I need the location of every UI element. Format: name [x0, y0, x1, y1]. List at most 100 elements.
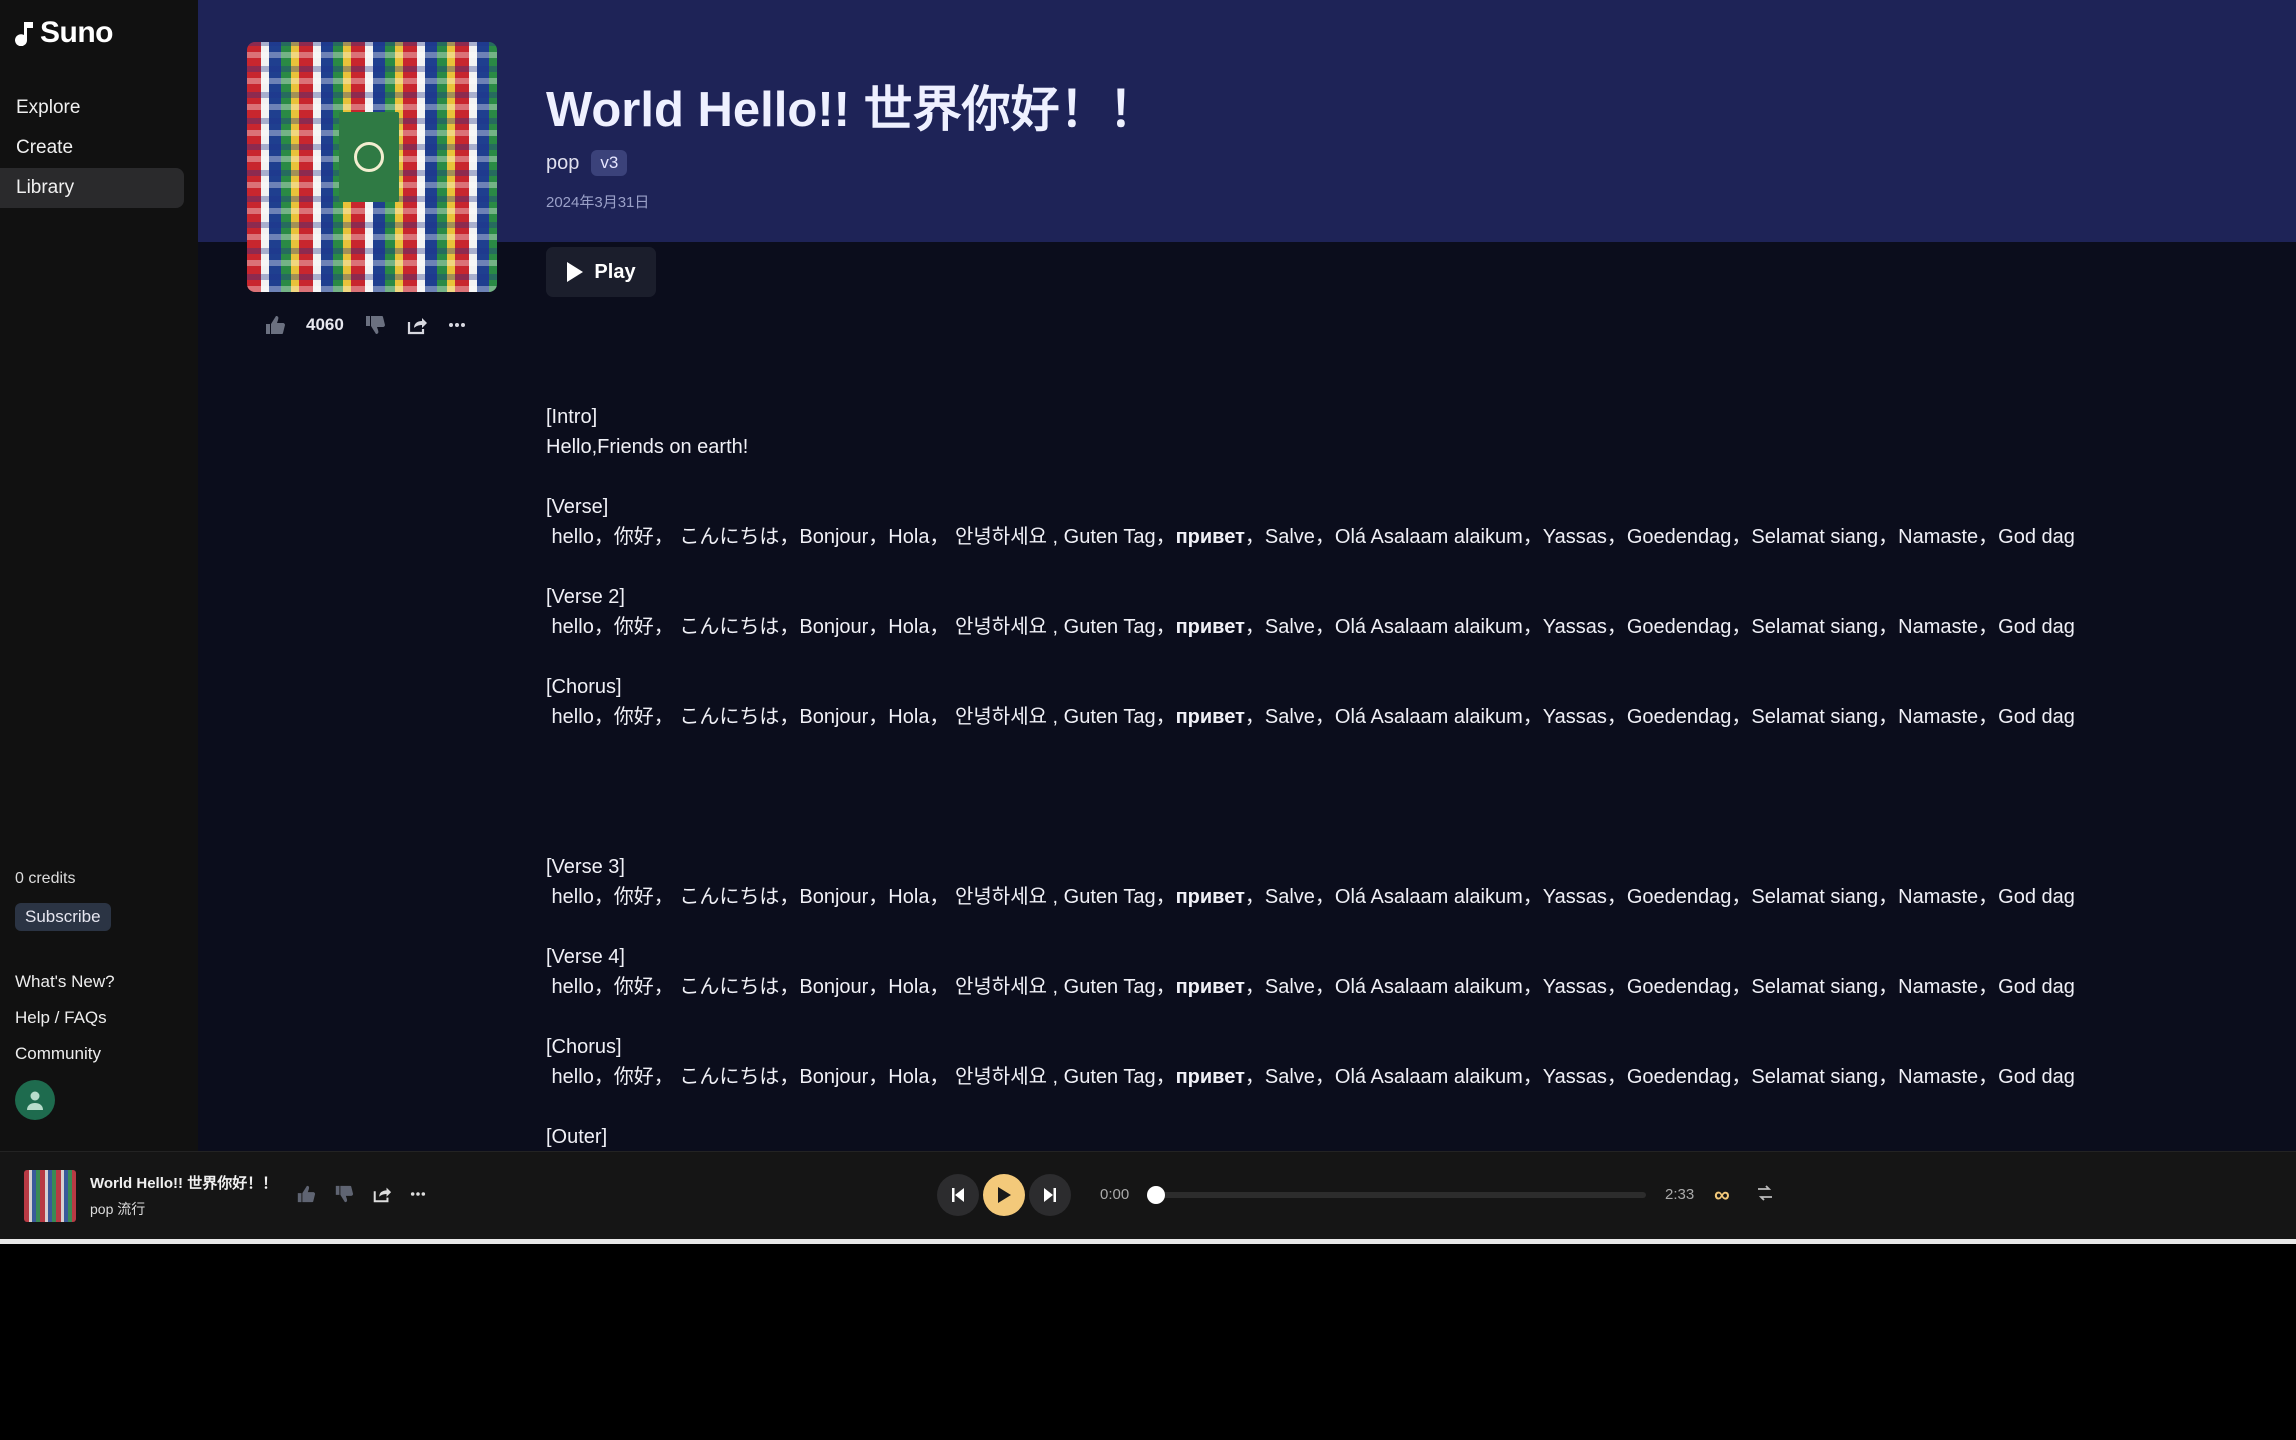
suno-logo[interactable]: Suno	[14, 16, 114, 50]
lyric-segment: привет	[1175, 1066, 1245, 1088]
lyric-line	[546, 462, 2075, 492]
community-link[interactable]: Community	[15, 1044, 115, 1080]
lyric-segment: hello，你好， こんにちは，Bonjour，Hola， 안녕하세요 , Gu…	[546, 616, 1176, 638]
lyric-segment: hello，你好， こんにちは，Bonjour，Hola， 안녕하세요 , Gu…	[546, 526, 1176, 548]
lyric-segment: ，Salve，Olá Asalaam alaikum，Yassas，Goeden…	[1244, 616, 2075, 638]
lyric-line: [Outer]	[546, 1126, 608, 1148]
lyric-line: hello，你好， こんにちは，Bonjour，Hola， 안녕하세요 , Gu…	[546, 1062, 2075, 1092]
user-icon	[27, 1091, 43, 1110]
lyric-segment: hello，你好， こんにちは，Bonjour，Hola， 안녕하세요 , Gu…	[546, 976, 1176, 998]
share-icon[interactable]	[372, 1184, 392, 1204]
infinity-icon[interactable]: ∞	[1714, 1182, 1730, 1208]
brand-name: Suno	[40, 16, 114, 49]
total-time: 2:33	[1665, 1186, 1695, 1203]
lyric-line	[546, 552, 2075, 582]
lyric-segment: ，Salve，Olá Asalaam alaikum，Yassas，Goeden…	[1244, 976, 2075, 998]
lyric-line: Hello,Friends on earth!	[546, 436, 749, 458]
nav-create[interactable]: Create	[0, 128, 184, 168]
more-options-icon[interactable]	[410, 1191, 426, 1197]
previous-track-button[interactable]	[937, 1174, 979, 1216]
thumbs-down-icon[interactable]	[334, 1184, 354, 1204]
app: Suno Explore Create Library 0 credits Su…	[0, 0, 2296, 1239]
lyric-segment: ，Salve，Olá Asalaam alaikum，Yassas，Goeden…	[1244, 886, 2075, 908]
music-note-icon	[15, 22, 33, 46]
play-button[interactable]: Play	[546, 247, 656, 297]
lyric-line: [Chorus]	[546, 1036, 622, 1058]
shuffle-icon[interactable]	[1756, 1184, 1774, 1202]
lyric-segment: hello，你好， こんにちは，Bonjour，Hola， 안녕하세요 , Gu…	[546, 886, 1176, 908]
lyric-segment: привет	[1175, 616, 1245, 638]
lyric-segment: привет	[1175, 886, 1245, 908]
lyric-line	[546, 1092, 2075, 1122]
genre-tag[interactable]: pop	[546, 152, 579, 175]
lyric-segment: ，Salve，Olá Asalaam alaikum，Yassas，Goeden…	[1244, 1066, 2075, 1088]
lyric-line: hello，你好， こんにちは，Bonjour，Hola， 안녕하세요 , Gu…	[546, 882, 2075, 912]
lyric-line: [Verse 2]	[546, 586, 625, 608]
play-icon	[567, 262, 584, 282]
thumbs-up-icon[interactable]	[296, 1184, 316, 1204]
player-song-title[interactable]: World Hello!! 世界你好！！	[90, 1172, 277, 1193]
lyric-line	[546, 732, 2075, 762]
song-title: World Hello!! 世界你好！！	[546, 83, 1158, 137]
progress-slider[interactable]	[1147, 1186, 1646, 1204]
lyric-line: [Intro]	[546, 406, 598, 428]
current-time: 0:00	[1100, 1186, 1130, 1203]
side-links: What's New? Help / FAQs Community	[15, 972, 115, 1080]
more-options-icon[interactable]	[448, 322, 466, 328]
lyric-line: [Verse]	[546, 496, 609, 518]
lyric-line: [Verse 4]	[546, 946, 625, 968]
lyric-line	[546, 912, 2075, 942]
player-song-subtitle: pop 流行	[90, 1201, 146, 1217]
lyric-line	[546, 642, 2075, 672]
like-count: 4060	[306, 315, 344, 334]
next-track-button[interactable]	[1029, 1174, 1071, 1216]
player-bar: World Hello!! 世界你好！！ pop 流行 0:00 2:33 ∞	[0, 1151, 2296, 1239]
player-actions	[296, 1184, 426, 1204]
song-cover-image	[247, 42, 497, 292]
help-faqs-link[interactable]: Help / FAQs	[15, 1008, 115, 1044]
lyric-segment: привет	[1175, 526, 1245, 548]
whats-new-link[interactable]: What's New?	[15, 972, 115, 1008]
lyric-line: hello，你好， こんにちは，Bonjour，Hola， 안녕하세요 , Gu…	[546, 702, 2075, 732]
main-nav: Explore Create Library	[0, 88, 184, 208]
lyric-line: [Chorus]	[546, 676, 622, 698]
credits-count: 0 credits	[15, 870, 76, 887]
nav-explore[interactable]: Explore	[0, 88, 184, 128]
player-cover-thumbnail[interactable]	[24, 1170, 76, 1222]
lyric-segment: hello，你好， こんにちは，Bonjour，Hola， 안녕하세요 , Gu…	[546, 1066, 1176, 1088]
lyric-line: hello，你好， こんにちは，Bonjour，Hola， 안녕하세요 , Gu…	[546, 972, 2075, 1002]
song-date: 2024年3月31日	[546, 194, 650, 211]
share-icon[interactable]	[406, 314, 428, 336]
version-badge: v3	[591, 150, 628, 176]
lyrics: [Intro] Hello,Friends on earth! [Verse] he…	[546, 402, 2075, 1152]
lyric-segment: ，Salve，Olá Asalaam alaikum，Yassas，Goeden…	[1244, 526, 2075, 548]
lyric-segment: hello，你好， こんにちは，Bonjour，Hola， 안녕하세요 , Gu…	[546, 706, 1176, 728]
lyric-line: hello，你好， こんにちは，Bonjour，Hola， 안녕하세요 , Gu…	[546, 612, 2075, 642]
thumbs-up-icon[interactable]	[264, 314, 286, 336]
nav-library[interactable]: Library	[0, 168, 184, 208]
lyric-line: hello，你好， こんにちは，Bonjour，Hola， 안녕하세요 , Gu…	[546, 522, 2075, 552]
lyric-line: [Verse 3]	[546, 856, 625, 878]
lyric-line	[546, 792, 2075, 822]
lyric-line	[546, 762, 2075, 792]
lyric-segment: ，Salve，Olá Asalaam alaikum，Yassas，Goeden…	[1244, 706, 2075, 728]
thumbs-down-icon[interactable]	[364, 314, 386, 336]
song-actions: 4060	[264, 314, 466, 336]
lyric-segment: привет	[1175, 706, 1245, 728]
play-icon	[998, 1187, 1011, 1203]
window-bottom-edge	[0, 1239, 2296, 1244]
lyric-segment: привет	[1175, 976, 1245, 998]
play-label: Play	[594, 260, 636, 283]
skip-forward-icon	[1044, 1188, 1056, 1202]
crescent-emblem	[354, 142, 384, 172]
progress-handle[interactable]	[1147, 1186, 1165, 1204]
lyric-line	[546, 822, 2075, 852]
lyric-line	[546, 1002, 2075, 1032]
skip-back-icon	[952, 1188, 964, 1202]
sidebar: Suno Explore Create Library 0 credits Su…	[0, 0, 198, 1151]
song-tags: pop v3	[546, 150, 628, 176]
subscribe-button[interactable]: Subscribe	[15, 903, 111, 931]
header-band	[198, 0, 2296, 242]
player-play-button[interactable]	[983, 1174, 1025, 1216]
user-avatar[interactable]	[15, 1080, 55, 1120]
